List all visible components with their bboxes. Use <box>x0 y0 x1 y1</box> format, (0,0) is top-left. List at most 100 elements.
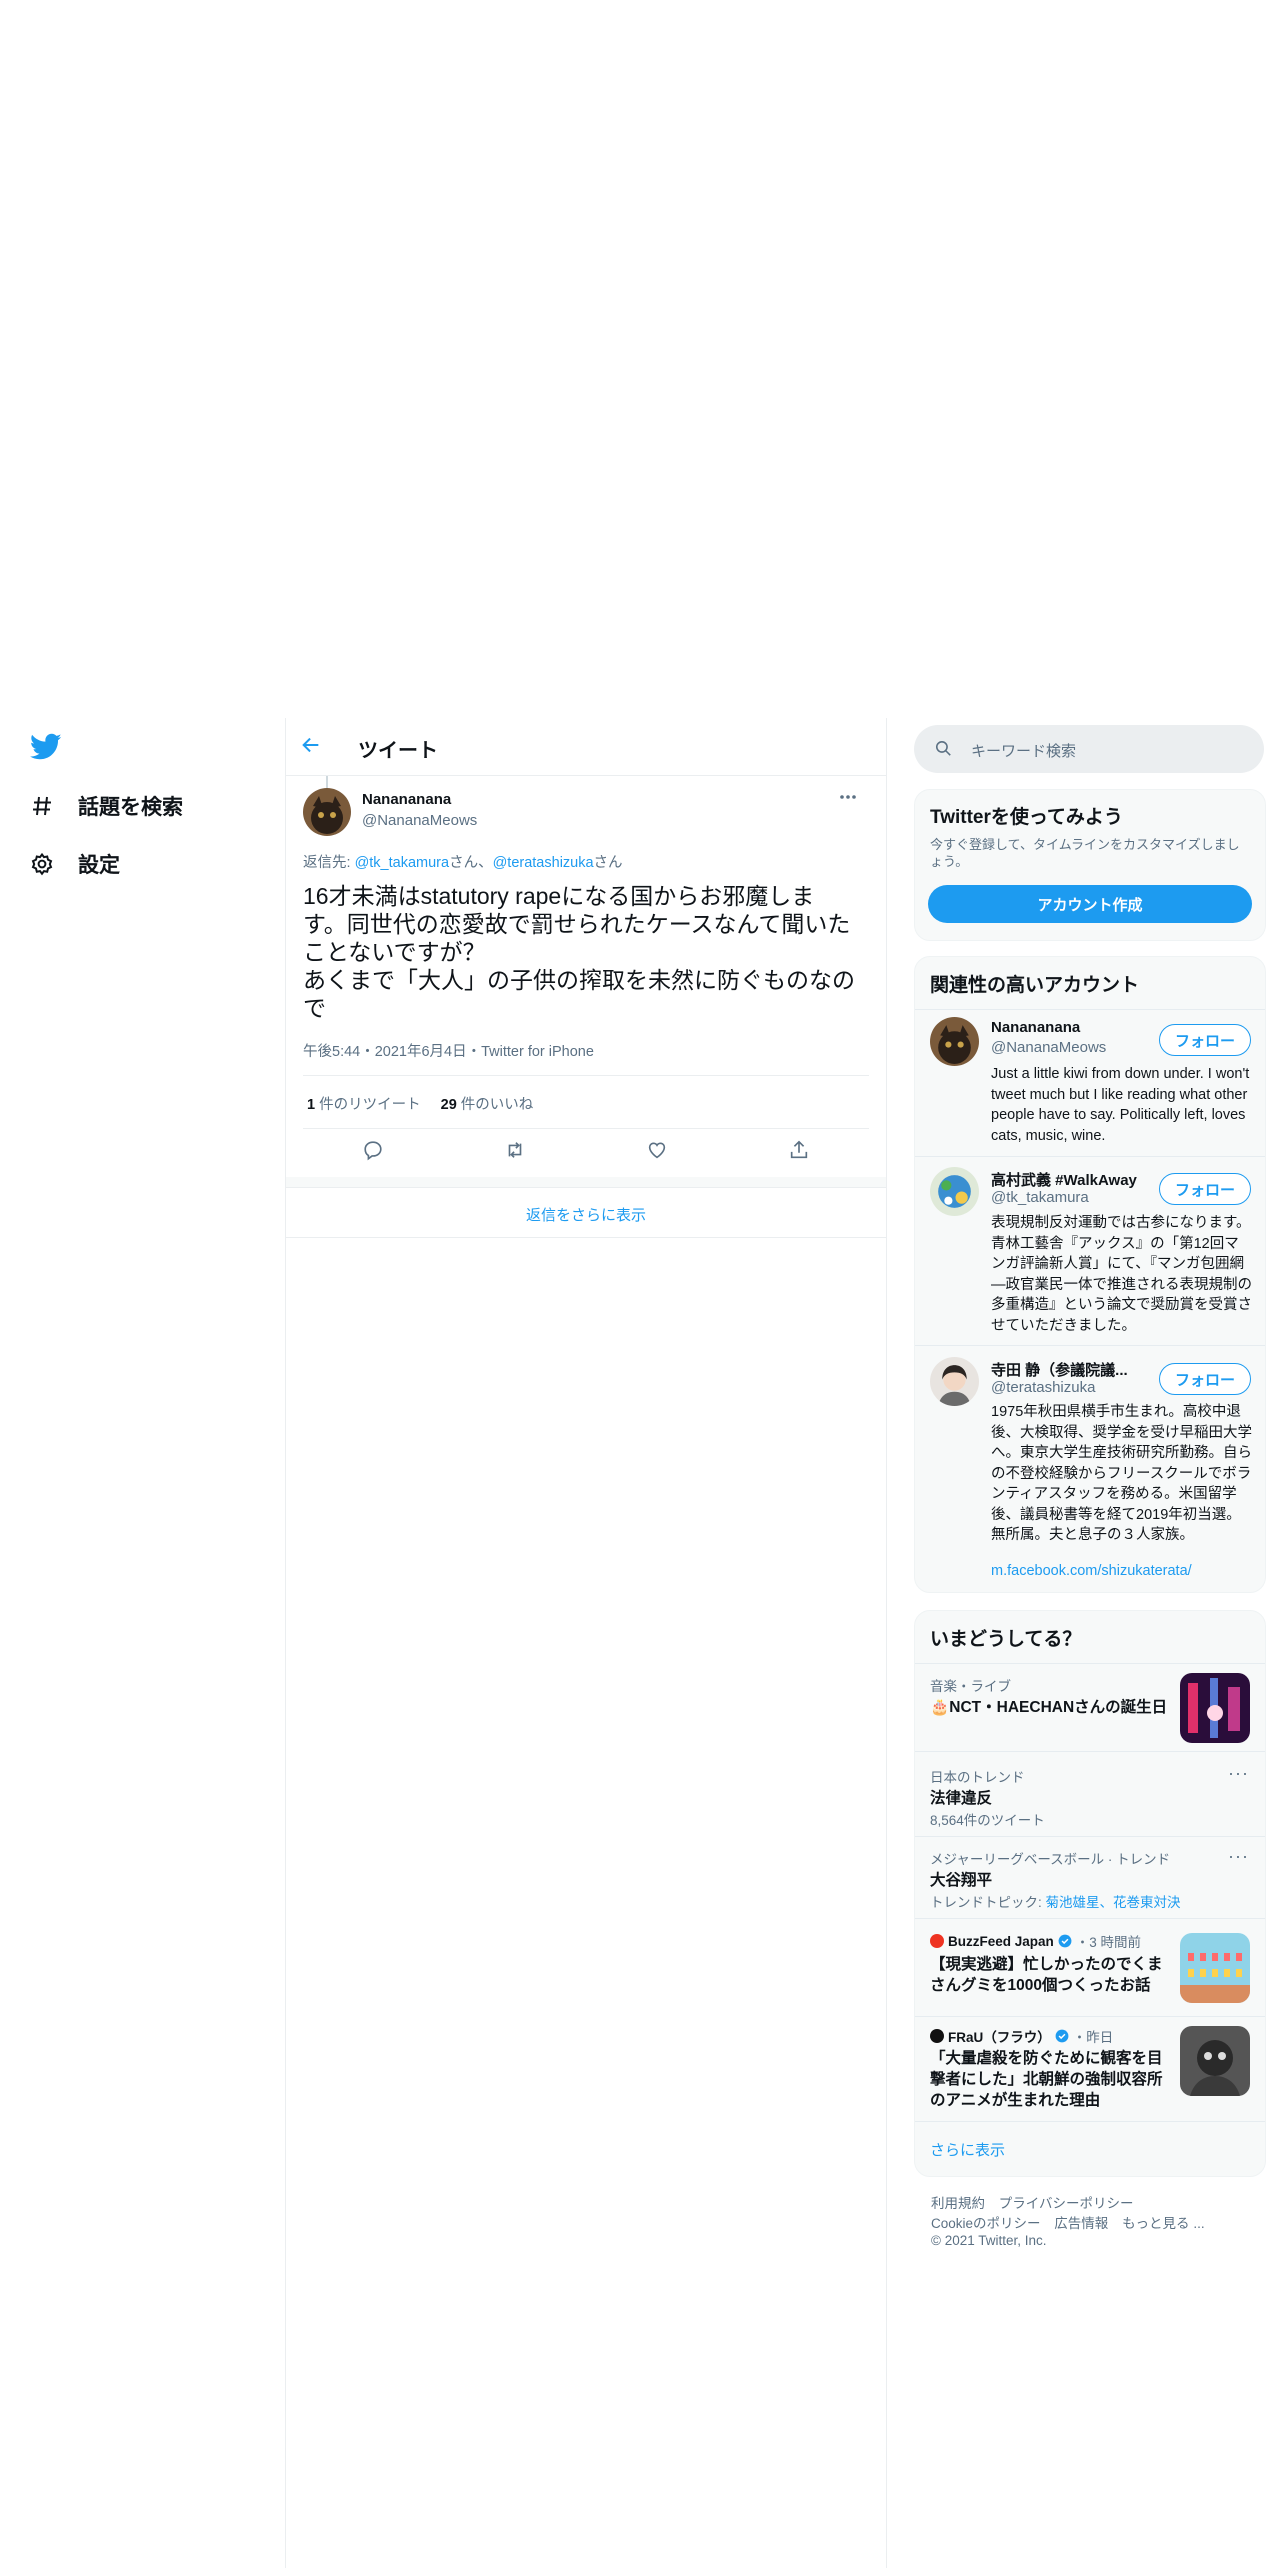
reply-to-link-1[interactable]: @tk_takamura <box>355 855 450 871</box>
tweet-timestamp[interactable]: 午後5:44・2021年6月4日・Twitter for iPhone <box>303 1040 594 1061</box>
divider <box>915 1156 1265 1157</box>
retweet-label: 件のリツイート <box>315 1097 421 1113</box>
tweet-column: ツイート Nanananana @NananaMeows 返信先: @tk_ta… <box>285 718 887 2568</box>
tweet-stats: 1 件のリツイート 29 件のいいね <box>307 1093 533 1114</box>
trend-thumbnail <box>1180 1673 1250 1743</box>
account-handle[interactable]: @teratashizuka <box>991 1379 1095 1396</box>
divider <box>915 2121 1265 2122</box>
more-icon[interactable]: ··· <box>1228 1763 1249 1784</box>
avatar[interactable] <box>303 788 351 836</box>
account-name[interactable]: Nanananana <box>991 1019 1080 1036</box>
create-account-button[interactable]: アカウント作成 <box>928 885 1252 923</box>
news-title[interactable]: 「大量虐殺を防ぐために観客を目 撃者にした」北朝鮮の強制収容所 のアニメが生まれ… <box>930 2048 1163 2111</box>
tweet-text-line: す。同世代の恋愛故で罰せられたケースなんて聞いた <box>303 911 851 937</box>
trend-title[interactable]: 大谷翔平 <box>930 1868 992 1890</box>
more-button[interactable] <box>839 794 857 800</box>
account-handle[interactable]: @tk_takamura <box>991 1189 1089 1206</box>
share-button[interactable] <box>788 1139 810 1161</box>
nav-settings[interactable]: 設定 <box>30 849 120 879</box>
trend-topics-prefix: トレンドトピック: <box>930 1895 1046 1910</box>
frau-logo-icon <box>930 2029 944 2043</box>
footer-more-link[interactable]: もっと見る ... <box>1122 2216 1205 2231</box>
trend-meta: メジャーリーグベースボール · トレンド <box>930 1852 1171 1867</box>
tweet-header: ツイート <box>286 718 886 776</box>
account-name[interactable]: 寺田 静（参議院議... <box>991 1359 1128 1380</box>
avatar[interactable] <box>930 1167 979 1216</box>
twitter-logo[interactable] <box>30 733 62 761</box>
news-source-name: FRaU（フラウ） <box>948 2030 1051 2045</box>
follow-button[interactable]: フォロー <box>1159 1024 1251 1056</box>
signup-title: Twitterを使ってみよう <box>930 807 1123 828</box>
like-count: 29 <box>440 1097 457 1113</box>
nav-explore[interactable]: 話題を検索 <box>30 791 183 821</box>
footer-links-2: Cookieのポリシー 広告情報 もっと見る ... <box>931 2212 1205 2232</box>
footer-privacy-link[interactable]: プライバシーポリシー <box>999 2196 1134 2211</box>
news-title-line: のアニメが生まれた理由 <box>930 2092 1101 2109</box>
avatar[interactable] <box>930 1357 979 1406</box>
reply-button[interactable] <box>362 1139 384 1161</box>
news-title-line: 【現実逃避】忙しかったのでくま <box>930 1956 1163 1973</box>
news-source: FRaU（フラウ） ・昨日 <box>930 2026 1113 2046</box>
verified-icon <box>1058 1934 1072 1948</box>
retweet-stat[interactable]: 1 件のリツイート <box>307 1097 421 1113</box>
divider <box>915 1918 1265 1919</box>
like-button[interactable] <box>646 1139 668 1161</box>
footer-terms-link[interactable]: 利用規約 <box>931 2196 985 2211</box>
reply-icon <box>364 1141 382 1161</box>
news-thumbnail <box>1180 2026 1250 2096</box>
follow-button[interactable]: フォロー <box>1159 1363 1251 1395</box>
divider <box>915 1663 1265 1664</box>
thread-line <box>326 776 328 788</box>
reply-prefix: 返信先: <box>303 855 355 871</box>
retweet-icon <box>508 1142 522 1158</box>
trend-tweet-count: 8,564件のツイート <box>930 1813 1045 1828</box>
account-bio: Just a little kiwi from down under. I wo… <box>991 1066 1250 1144</box>
show-more-trends[interactable]: さらに表示 <box>930 2139 1005 2160</box>
account-bio: 表現規制反対運動では古参になります。青林工藝舎『アックス』の「第12回マンガ評論… <box>991 1215 1252 1334</box>
author-name[interactable]: Nanananana <box>362 791 451 808</box>
reply-to-link-2[interactable]: @teratashizuka <box>493 855 594 871</box>
divider <box>303 1075 869 1076</box>
account-handle[interactable]: @NananaMeows <box>991 1039 1106 1056</box>
follow-button[interactable]: フォロー <box>1159 1173 1251 1205</box>
buzzfeed-logo-icon <box>930 1934 944 1948</box>
account-bio: 1975年秋田県横手市生まれ。高校中退後、大検取得、奨学金を受け早稲田大学へ。東… <box>991 1404 1252 1543</box>
hashtag-icon <box>33 796 51 816</box>
page-title: ツイート <box>358 740 438 762</box>
show-more-replies[interactable]: 返信をさらに表示 <box>286 1204 886 1225</box>
footer-cookie-link[interactable]: Cookieのポリシー <box>931 2216 1041 2231</box>
more-icon[interactable]: ··· <box>1228 1846 1249 1867</box>
news-title-line: さんグミを1000個つくったお話 <box>930 1977 1151 1994</box>
reply-to: 返信先: @tk_takamuraさん、@teratashizukaさん <box>303 851 623 872</box>
search-input[interactable]: キーワード検索 <box>971 740 1076 761</box>
signup-card: Twitterを使ってみよう 今すぐ登録して、タイムラインをカスタマイズしましょ… <box>914 789 1266 941</box>
trend-topics: トレンドトピック: 菊池雄星、花巻東対決 <box>930 1891 1181 1911</box>
trends-title: いまどうしてる？ <box>930 1629 1082 1650</box>
retweet-button[interactable] <box>504 1139 526 1161</box>
footer-ads-link[interactable]: 広告情報 <box>1054 2216 1108 2231</box>
divider <box>915 1345 1265 1346</box>
trend-title[interactable]: 法律違反 <box>930 1786 992 1808</box>
retweet-count: 1 <box>307 1097 316 1113</box>
trend-title[interactable]: 🎂NCT・HAECHANさんの誕生日 <box>930 1695 1167 1717</box>
account-name[interactable]: 高村武義 #WalkAway <box>991 1169 1137 1190</box>
account-link[interactable]: m.facebook.com/shizukaterata/ <box>991 1563 1192 1579</box>
author-handle[interactable]: @NananaMeows <box>362 812 477 829</box>
like-stat[interactable]: 29 件のいいね <box>441 1097 534 1113</box>
tweet-text-line: あくまで「大人」の子供の搾取を未然に防ぐものなの <box>303 967 855 993</box>
tweet-text-line: で <box>303 995 326 1021</box>
tweet-text-line: ことないですが？ <box>303 939 486 965</box>
avatar[interactable] <box>930 1017 979 1066</box>
search-icon <box>935 740 951 756</box>
footer-links-1: 利用規約 プライバシーポリシー <box>931 2192 1134 2212</box>
trend-topic-links[interactable]: 菊池雄星、花巻東対決 <box>1046 1895 1181 1910</box>
gear-icon <box>31 852 53 876</box>
divider <box>915 2016 1265 2017</box>
tweet-text-line: 16才未満はstatutory rapeになる国からお邪魔しま <box>303 883 815 909</box>
back-button[interactable] <box>300 734 322 756</box>
news-source-name: BuzzFeed Japan <box>948 1933 1054 1949</box>
trend-meta: 日本のトレンド <box>930 1770 1025 1785</box>
divider <box>915 1009 1265 1010</box>
news-title[interactable]: 【現実逃避】忙しかったのでくま さんグミを1000個つくったお話 <box>930 1954 1163 1996</box>
search-box[interactable]: キーワード検索 <box>914 725 1264 773</box>
